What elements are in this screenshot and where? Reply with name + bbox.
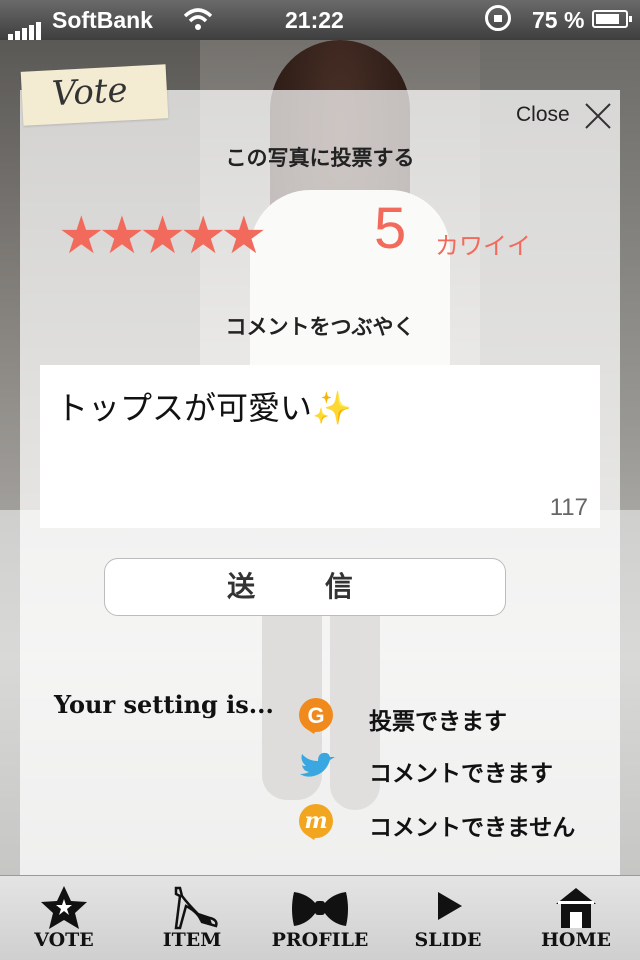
tab-label: VOTE	[34, 929, 94, 951]
svg-text:G: G	[307, 703, 324, 728]
tab-profile[interactable]: PROFILE	[256, 876, 384, 960]
carrier-name: SoftBank	[52, 7, 153, 33]
service-status: 投票できます	[369, 709, 507, 735]
rotation-lock-icon	[485, 5, 511, 31]
signal-strength-icon	[8, 13, 43, 40]
close-button[interactable]: Close	[516, 100, 616, 134]
rating-value: 5	[374, 196, 407, 261]
app-screen: { "status_bar": { "carrier": "SoftBank",…	[0, 0, 640, 960]
tab-home[interactable]: HOME	[512, 876, 640, 960]
house-icon	[556, 888, 596, 928]
tab-bar: VOTE ITEM PROFILE SLIDE HOME	[0, 875, 640, 960]
vote-tag: Vote	[20, 64, 169, 126]
comment-text: トップスが可愛い✨	[56, 389, 352, 427]
battery-percent: 75 %	[532, 7, 585, 33]
service-row-g: G 投票できます	[296, 696, 596, 740]
service-status: コメントできません	[369, 815, 576, 841]
close-icon	[585, 103, 611, 129]
rating-word: カワイイ	[435, 232, 531, 260]
status-bar: SoftBank 21:22 75 %	[0, 0, 640, 40]
vote-heading: この写真に投票する	[225, 146, 415, 170]
service-row-m: m コメントできません	[296, 802, 596, 846]
battery-icon	[592, 10, 632, 28]
vote-tag-label: Vote	[50, 70, 129, 115]
send-button[interactable]: 送 信	[104, 558, 506, 616]
star-rating[interactable]: ★★★★★	[58, 210, 267, 262]
character-counter: 117	[549, 494, 588, 521]
g-service-icon: G	[299, 698, 333, 734]
svg-text:m: m	[304, 808, 327, 834]
tab-item[interactable]: ITEM	[128, 876, 256, 960]
close-label: Close	[516, 103, 570, 126]
play-icon	[438, 892, 462, 920]
twitter-bird-icon	[300, 752, 335, 777]
tab-label: ITEM	[162, 929, 222, 951]
high-heel-icon	[174, 886, 218, 930]
tab-vote[interactable]: VOTE	[0, 876, 128, 960]
comment-heading: コメントをつぶやく	[225, 315, 415, 339]
star-icon	[41, 886, 87, 929]
comment-input[interactable]: トップスが可愛い✨ 117	[40, 365, 600, 528]
service-status: コメントできます	[369, 761, 553, 787]
clock-time: 21:22	[285, 7, 344, 33]
bow-icon	[292, 892, 348, 926]
tab-label: PROFILE	[271, 929, 369, 951]
tab-label: SLIDE	[414, 929, 482, 951]
tab-slide[interactable]: SLIDE	[384, 876, 512, 960]
wifi-icon	[183, 6, 213, 39]
setting-label: Your setting is...	[54, 690, 274, 719]
m-service-icon: m	[299, 804, 333, 840]
tab-label: HOME	[540, 929, 612, 951]
service-row-twitter: コメントできます	[296, 748, 596, 792]
